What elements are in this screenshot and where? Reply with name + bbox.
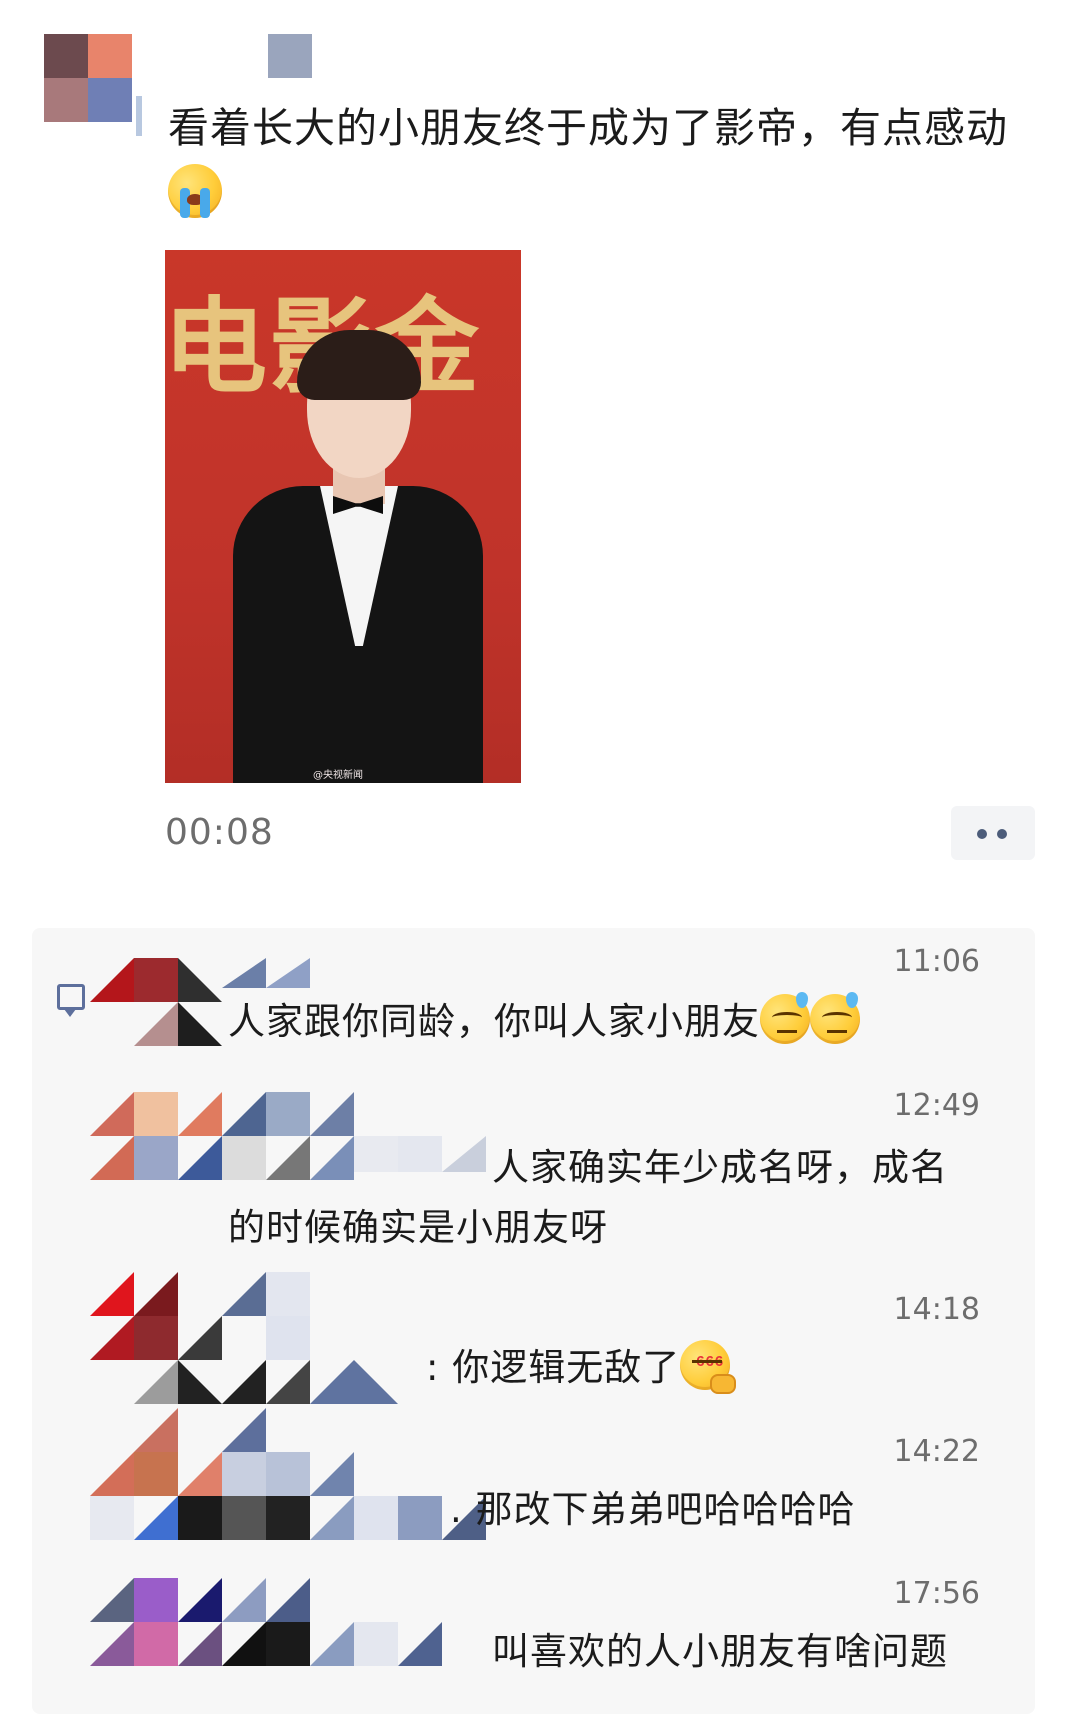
comment-text: 人家确实年少成名呀，成名 的时候确实是小朋友呀: [228, 1138, 998, 1258]
comment-text: : 你逻辑无敌了 666: [426, 1338, 737, 1398]
comment-text-line2: 的时候确实是小朋友呀: [228, 1206, 608, 1249]
thinking-666-face-icon: 666: [680, 1340, 737, 1394]
two-dots-icon: [997, 829, 1007, 839]
comment-time: 14:22: [893, 1434, 980, 1469]
comment-text: . 那改下弟弟吧哈哈哈哈: [450, 1480, 856, 1540]
commenter-name-blurred[interactable]: [310, 1360, 398, 1404]
poster-name-blurred[interactable]: [268, 34, 312, 78]
post-text: 看着长大的小朋友终于成为了影帝，有点感动: [168, 95, 1048, 229]
sweat-face-icon: [810, 992, 860, 1044]
post-photo[interactable]: 电影金 @央视新闻: [165, 250, 521, 783]
post-time: 00:08: [165, 812, 274, 853]
comment-text-line1: 人家确实年少成名呀，成名: [492, 1146, 948, 1189]
comment-time: 14:18: [893, 1292, 980, 1327]
comment-text-content: 那改下弟弟吧哈哈哈哈: [475, 1488, 856, 1531]
loudly-crying-face-icon: [168, 164, 222, 218]
comment-text: 人家跟你同龄，你叫人家小朋友: [228, 992, 860, 1052]
comment-prefix: :: [426, 1346, 440, 1389]
comment-time: 11:06: [893, 944, 980, 979]
sweat-face-icon: [760, 992, 810, 1044]
post-text-content: 看着长大的小朋友终于成为了影帝，有点感动: [168, 104, 1008, 152]
comment-time: 17:56: [893, 1576, 980, 1611]
comment-text: 叫喜欢的人小朋友有啥问题: [492, 1630, 948, 1673]
commenter-avatar-blurred[interactable]: [90, 1578, 310, 1666]
comment-time: 12:49: [893, 1088, 980, 1123]
comment-text-content: 你逻辑无敌了: [452, 1346, 681, 1389]
more-options-button[interactable]: [951, 806, 1035, 860]
poster-avatar[interactable]: [44, 34, 132, 122]
poster-name-blurred-edge: [136, 96, 142, 136]
comment-text-content: 人家跟你同龄，你叫人家小朋友: [228, 1000, 760, 1043]
photo-watermark: @央视新闻: [313, 770, 363, 781]
commenter-avatar-blurred[interactable]: [90, 1272, 310, 1404]
commenter-avatar-blurred[interactable]: [90, 1408, 354, 1540]
comment-icon: [57, 984, 85, 1017]
comment-prefix: .: [450, 1488, 463, 1531]
two-dots-icon: [977, 829, 987, 839]
commenter-avatar-blurred[interactable]: [90, 958, 222, 1046]
commenter-name-blurred[interactable]: [222, 958, 310, 988]
commenter-name-blurred[interactable]: [310, 1622, 442, 1666]
